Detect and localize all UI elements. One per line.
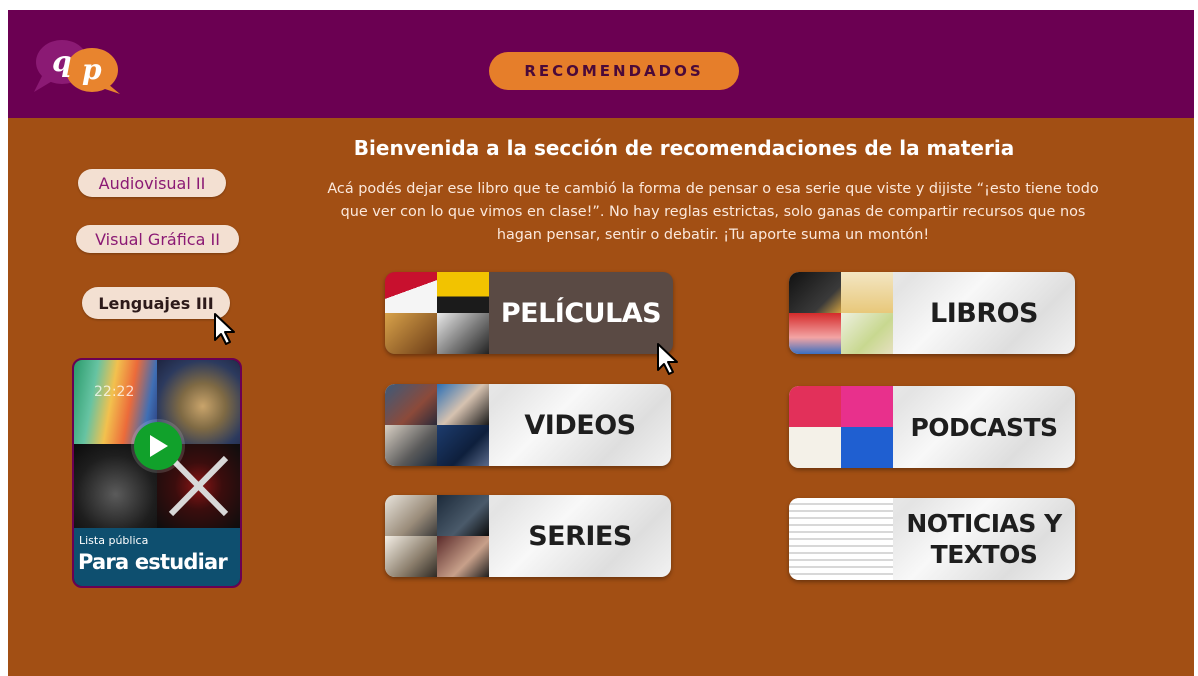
intro-text: Acá podés dejar ese libro que te cambió …	[327, 181, 1099, 243]
videos-label: VIDEOS	[524, 409, 636, 441]
app-canvas: q p RECOMENDADOS Bienvenida a la sección…	[8, 10, 1194, 676]
recommended-button[interactable]: RECOMENDADOS	[489, 52, 739, 90]
svg-text:p: p	[82, 53, 102, 86]
page-title: Bienvenida a la sección de recomendacion…	[353, 136, 1015, 160]
logo[interactable]: q p	[28, 36, 124, 98]
series-thumbnails	[385, 495, 489, 577]
svg-text:q: q	[52, 45, 72, 78]
sidebar-item-lenguajes[interactable]: Lenguajes III	[82, 287, 230, 319]
playlist-subtitle: Lista pública	[79, 534, 149, 547]
category-videos[interactable]: VIDEOS	[385, 384, 671, 466]
noticias-thumbnails	[789, 498, 893, 580]
videos-thumbnails	[385, 384, 489, 466]
sidebar-item-visual-grafica[interactable]: Visual Gráfica II	[76, 225, 239, 253]
header: q p RECOMENDADOS	[8, 10, 1194, 118]
category-peliculas[interactable]: PELÍCULAS	[385, 272, 673, 354]
playlist-card[interactable]: 22:22 Lista pública Para estudiar	[72, 358, 242, 588]
podcasts-thumbnails	[789, 386, 893, 468]
peliculas-label: PELÍCULAS	[500, 297, 662, 329]
series-label: SERIES	[528, 520, 632, 552]
mouse-cursor-icon	[214, 313, 235, 345]
playlist-footer: Lista pública Para estudiar	[74, 528, 240, 586]
play-icon[interactable]	[134, 422, 182, 470]
category-noticias-y-textos[interactable]: NOTICIAS Y TEXTOS	[789, 498, 1075, 580]
noticias-label: NOTICIAS Y TEXTOS	[906, 509, 1062, 569]
peliculas-thumbnails	[385, 272, 489, 354]
category-libros[interactable]: LIBROS	[789, 272, 1075, 354]
playlist-time: 22:22	[94, 384, 135, 400]
libros-label: LIBROS	[929, 297, 1039, 329]
category-podcasts[interactable]: PODCASTS	[789, 386, 1075, 468]
libros-thumbnails	[789, 272, 893, 354]
podcasts-label: PODCASTS	[910, 412, 1058, 442]
playlist-title: Para estudiar	[78, 550, 228, 574]
category-series[interactable]: SERIES	[385, 495, 671, 577]
mouse-cursor-icon	[657, 343, 678, 375]
sidebar-item-audiovisual[interactable]: Audiovisual II	[78, 169, 226, 197]
